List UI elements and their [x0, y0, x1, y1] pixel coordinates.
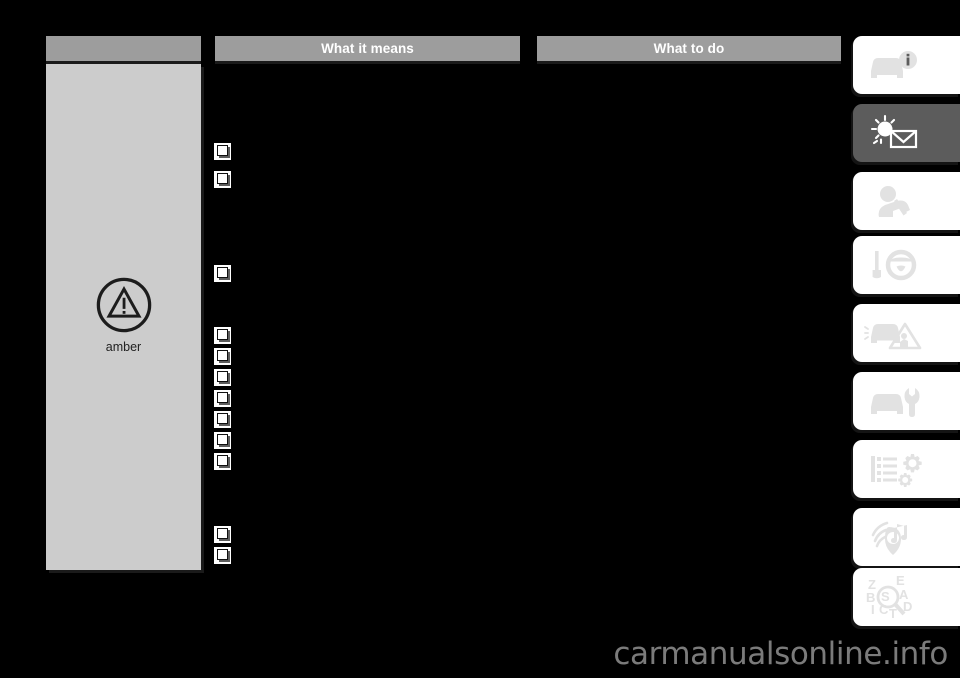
manual-page: What it means What to do amber Z B I C T…: [0, 0, 960, 678]
car-wrench-icon: [871, 388, 920, 417]
hazard-triangle-car-icon: [864, 322, 922, 350]
tab-driving[interactable]: [853, 236, 960, 294]
tab-index[interactable]: Z B I C T E A D S: [853, 568, 960, 626]
square-bullet-glyph: [217, 434, 228, 445]
symbol-colour-label: amber: [105, 340, 142, 354]
column-header-what-it-means: What it means: [215, 36, 520, 61]
music-signal-icon: [871, 521, 907, 555]
seatbelt-airbag-icon: [878, 186, 910, 217]
tab-safety[interactable]: [853, 172, 960, 230]
bullet-marker-7: [214, 390, 231, 407]
warning-symbol-figure: amber: [46, 276, 201, 354]
tab-lights-and-messages[interactable]: [853, 104, 960, 162]
square-bullet-glyph: [217, 267, 228, 278]
square-bullet-glyph: [217, 528, 228, 539]
symbol-column-panel: amber: [46, 64, 201, 570]
bullet-marker-5: [214, 348, 231, 365]
car-info-icon: [871, 51, 917, 78]
tab-multimedia[interactable]: [853, 508, 960, 566]
square-bullet-glyph: [217, 145, 228, 156]
bullet-marker-4: [214, 327, 231, 344]
tab-specifications[interactable]: [853, 440, 960, 498]
svg-text:E: E: [896, 573, 905, 588]
bullet-marker-12: [214, 547, 231, 564]
column-header-symbol: [46, 36, 201, 61]
square-bullet-glyph: [217, 329, 228, 340]
lamp-envelope-icon: [870, 114, 918, 149]
square-bullet-glyph: [217, 413, 228, 424]
column-header-what-it-means-label: What it means: [321, 41, 414, 56]
bullet-marker-8: [214, 411, 231, 428]
steering-wheel-key-icon: [872, 249, 917, 281]
svg-text:I: I: [871, 602, 875, 617]
svg-text:T: T: [889, 606, 897, 621]
square-bullet-glyph: [217, 173, 228, 184]
square-bullet-glyph: [217, 549, 228, 560]
warning-triangle-in-circle-icon: [96, 277, 151, 333]
tab-maintenance[interactable]: [853, 372, 960, 430]
bullet-marker-1: [214, 143, 231, 160]
column-header-what-to-do: What to do: [537, 36, 841, 61]
site-watermark: carmanualsonline.info: [613, 636, 948, 672]
square-bullet-glyph: [217, 371, 228, 382]
bullet-marker-6: [214, 369, 231, 386]
bullet-marker-10: [214, 453, 231, 470]
tab-emergency[interactable]: [853, 304, 960, 362]
bullet-marker-3: [214, 265, 231, 282]
bullet-marker-9: [214, 432, 231, 449]
square-bullet-glyph: [217, 455, 228, 466]
square-bullet-glyph: [217, 392, 228, 403]
bullet-marker-11: [214, 526, 231, 543]
tab-vehicle-info[interactable]: [853, 36, 960, 94]
square-bullet-glyph: [217, 350, 228, 361]
bullet-marker-2: [214, 171, 231, 188]
alphabet-magnifier-icon: Z B I C T E A D S: [866, 573, 912, 621]
list-gears-icon: [871, 454, 922, 487]
svg-text:S: S: [881, 589, 890, 604]
column-header-what-to-do-label: What to do: [653, 41, 725, 56]
